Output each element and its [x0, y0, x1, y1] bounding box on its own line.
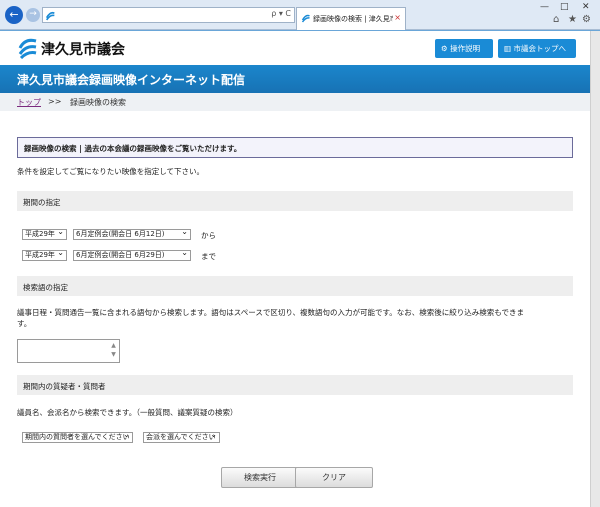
breadcrumb-separator: >> [48, 97, 62, 106]
forward-button[interactable]: → [26, 8, 40, 22]
gear-icon: ⚙ [441, 44, 451, 53]
keyword-input[interactable]: ▲ ▼ [17, 339, 120, 363]
tab-favicon-icon [301, 14, 310, 23]
textarea-scroll-icon[interactable]: ▲ ▼ [109, 341, 118, 361]
web-page: 津久見市議会 ⚙ 操作説明 ▥ 市議会トップへ 津久見市議会録画映像インターネッ… [0, 31, 590, 507]
faction-select[interactable]: 会派を選んでください [143, 432, 220, 443]
page-title-bar: 津久見市議会録画映像インターネット配信 [0, 65, 590, 93]
manual-button[interactable]: ⚙ 操作説明 [435, 39, 493, 58]
member-select[interactable]: 期間内の質問者を選んでください [22, 432, 133, 443]
council-top-button[interactable]: ▥ 市議会トップへ [498, 39, 576, 58]
intro-instructions: 条件を設定してご覧になりたい映像を指定して下さい。 [17, 167, 205, 176]
close-window-icon[interactable]: ✕ [582, 2, 590, 12]
tab-title: 録画映像の検索 | 津久見市... [313, 15, 393, 23]
site-name: 津久見市議会 [41, 42, 125, 58]
intro-box: 録画映像の検索 | 過去の本会議の録画映像をご覧いただけます。 [17, 137, 573, 158]
period-heading: 期間の指定 [23, 198, 61, 207]
from-session-select[interactable]: 6月定例会(開会日 6月12日) [73, 229, 191, 240]
address-bar[interactable]: ρ ▾ C [42, 7, 295, 23]
from-suffix: から [201, 231, 216, 240]
keyword-description-line2: す。 [17, 319, 32, 328]
site-header: 津久見市議会 ⚙ 操作説明 ▥ 市議会トップへ [0, 31, 590, 65]
questioner-section-heading: 期間内の質疑者・質問者 [17, 375, 573, 395]
keyword-section-heading: 検索語の指定 [17, 276, 573, 296]
keyword-heading: 検索語の指定 [23, 283, 68, 292]
back-button[interactable]: ← [5, 6, 23, 24]
page-scrollbar[interactable] [590, 31, 600, 507]
intro-box-text: 録画映像の検索 | 過去の本会議の録画映像をご覧いただけます。 [24, 144, 242, 153]
browser-chrome: ← → ρ ▾ C 録画映像の検索 | 津久見市... × — □ ✕ ⌂ ★ … [0, 0, 600, 30]
to-era-select[interactable]: 平成29年 [22, 250, 67, 261]
period-section-heading: 期間の指定 [17, 191, 573, 211]
questioner-description: 議員名、会派名から検索できます。（一般質問、議案質疑の検索） [17, 408, 238, 417]
address-tools-icon[interactable]: ρ ▾ C [271, 9, 291, 18]
search-button[interactable]: 検索実行 [221, 467, 299, 488]
from-era-select[interactable]: 平成29年 [22, 229, 67, 240]
breadcrumb-current: 録画映像の検索 [70, 98, 126, 107]
keyword-description-line1: 議事日程・質問通告一覧に含まれる語句から検索します。語句はスペースで区切り、複数… [17, 308, 524, 317]
settings-icon[interactable]: ⚙ [582, 14, 591, 25]
city-logo-icon [18, 38, 37, 59]
clear-button[interactable]: クリア [295, 467, 373, 488]
to-suffix: まで [201, 252, 216, 261]
maximize-icon[interactable]: □ [560, 2, 569, 12]
breadcrumb-top-link[interactable]: トップ [17, 97, 41, 108]
favorites-icon[interactable]: ★ [568, 14, 577, 25]
site-favicon-icon [45, 11, 55, 21]
council-top-label: 市議会トップへ [513, 44, 566, 53]
page-title: 津久見市議会録画映像インターネット配信 [17, 73, 246, 87]
manual-button-label: 操作説明 [450, 44, 481, 53]
to-session-select[interactable]: 6月定例会(開会日 6月29日) [73, 250, 191, 261]
browser-tab[interactable]: 録画映像の検索 | 津久見市... × [296, 7, 406, 30]
home-icon[interactable]: ⌂ [553, 14, 559, 25]
breadcrumb: トップ >> 録画映像の検索 [0, 93, 590, 111]
minimize-icon[interactable]: — [540, 2, 549, 12]
tab-close-icon[interactable]: × [394, 13, 401, 22]
questioner-heading: 期間内の質疑者・質問者 [23, 382, 106, 391]
